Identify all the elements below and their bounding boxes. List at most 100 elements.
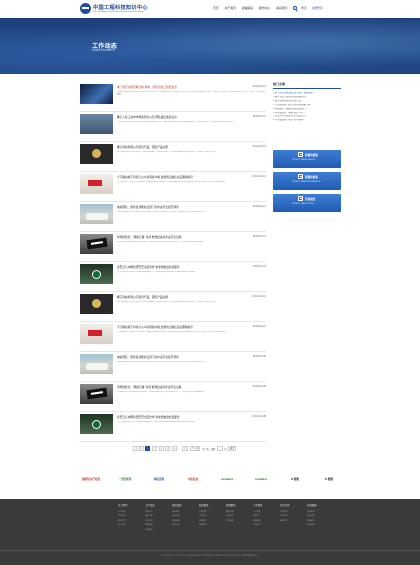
novelty-search-agency-button[interactable]: 新颖性检索 NOVELTY SEARCH AGENCY <box>273 150 341 168</box>
news-row[interactable]: 星巴克与中国阿里巴巴全面合作 新零售推出外送服务 2019-01-11 星巴克宣布与… <box>80 262 266 292</box>
news-title[interactable]: 星巴克与中国阿里巴巴全面合作 新零售推出外送服务 <box>117 415 237 419</box>
nav-item-service[interactable]: 服务中心 <box>259 6 270 10</box>
footer-link[interactable]: 行业标准 <box>226 519 249 523</box>
page-button-4[interactable]: 4 <box>165 446 171 451</box>
news-row[interactable]: 电商团队：国家反垄断执法部门对外卖平台展开调查 2019-01-12 国家反垄断执法… <box>80 202 266 232</box>
news-row[interactable]: 电商团队：国家反垄断执法部门对外卖平台展开调查 2019-01-09 国家反垄断执法… <box>80 352 266 382</box>
coin-graphic <box>92 299 101 308</box>
news-title[interactable]: 电商团队：国家反垄断执法部门对外卖平台展开调查 <box>117 205 237 209</box>
partner-logo[interactable]: 科技查新 <box>146 472 172 486</box>
footer-heading[interactable]: 合作伙伴 <box>280 503 303 507</box>
news-title[interactable]: 字节跳动旗下抖音与公众新闻客户端 监测到违规信息后删除账号 <box>117 175 237 179</box>
nav-item-contact[interactable]: 联系我们 <box>276 6 287 10</box>
news-row[interactable]: 椰子科技有限公司首营产品，团队产品注册 2019-01-10 椰子科技有限公司发布首… <box>80 292 266 322</box>
news-title[interactable]: 电商团队：国家反垄断执法部门对外卖平台展开调查 <box>117 355 237 359</box>
news-title[interactable]: 椰子科技有限公司首营产品，团队产品注册 <box>117 295 237 299</box>
footer-link[interactable]: 加盟合作 <box>280 519 303 523</box>
starbucks-logo-graphic <box>92 270 101 279</box>
news-summary: 椰子科技有限公司发布首营产品并完成团队产品注册手续，公司表示将继续加大研发投入，… <box>117 301 218 303</box>
news-date: 2019-01-08 <box>252 415 266 418</box>
news-title[interactable]: 椰子入驻上海市市场监管局公告 团队委员会及信息 <box>117 115 237 119</box>
footer-link[interactable]: 常见问题 <box>172 523 195 527</box>
news-thumbnail[interactable] <box>80 384 113 404</box>
news-row[interactable]: 椰子科技有限公司首营产品，团队产品注册 2019-01-13 椰子科技有限公司发布首… <box>80 142 266 172</box>
footer-link[interactable]: 交流合作 <box>253 523 276 527</box>
news-summary: 国家反垄断执法部门宣布对外卖平台展开调查，重点关注平台与商户之间的合作条款及相关… <box>117 361 208 363</box>
register-link[interactable]: 注册登录 <box>312 6 323 10</box>
news-summary: 市场监管局开展网络订餐专项检查，检测出多家外卖平台存在违规行为，已责令相关企业限… <box>117 391 206 393</box>
news-title[interactable]: 椰子科技有限公司首营产品，团队产品注册 <box>117 145 237 149</box>
logo-title: 中国工程科技知识中心 <box>93 4 148 11</box>
news-title[interactable]: 市场监管局：'网络订餐' 专项 检测出多家外卖平台违规 <box>117 235 237 239</box>
footer-link[interactable]: 专题活动 <box>145 528 168 532</box>
news-thumbnail[interactable] <box>80 264 113 284</box>
footer-heading[interactable]: 知识服务 <box>199 503 222 507</box>
prev-page-button[interactable]: 上一页 <box>133 446 144 451</box>
logo-subtitle: China Knowledge Centre for Engineering S… <box>93 11 144 14</box>
main-nav: 首页 关于我们 政策解读 服务中心 联系我们 检索 注册登录 <box>213 6 328 10</box>
news-thumbnail[interactable] <box>80 294 113 314</box>
next-page-button[interactable]: 下一页 <box>189 446 201 451</box>
news-thumbnail[interactable] <box>80 174 113 194</box>
partner-logo[interactable]: AmpMaxx <box>214 472 240 486</box>
news-row[interactable]: 字节跳动旗下抖音与公众新闻客户端 监测到违规信息后删除账号 2019-01-13 字… <box>80 172 266 202</box>
news-date: 2019-01-10 <box>252 295 266 298</box>
news-thumbnail[interactable] <box>80 204 113 224</box>
news-row[interactable]: 椰子入驻上海市市场监管局公告 团队委员会及信息 2019-01-14 上海市市场监督… <box>80 112 266 142</box>
search-link[interactable]: 检索 <box>301 6 306 10</box>
button-sublabel: NOVELTY SEARCH KNOWLEDGE <box>292 180 321 183</box>
page-button-last[interactable]: 17 <box>181 446 189 451</box>
novelty-search-case-button[interactable]: 查新报告 NOVELTY SEARCH CASE <box>273 194 341 212</box>
footer-heading[interactable]: 政策解读 <box>226 503 249 507</box>
partner-logo[interactable]: D 智慧 <box>316 472 342 486</box>
nav-item-about[interactable]: 关于我们 <box>225 6 236 10</box>
news-thumbnail[interactable] <box>80 84 113 104</box>
news-row[interactable]: 星巴克与中国阿里巴巴全面合作 新零售推出外送服务 2019-01-08 星巴克宣布与… <box>80 412 266 442</box>
nav-item-policy[interactable]: 政策解读 <box>242 6 253 10</box>
footer-link[interactable]: 数据服务 <box>199 523 222 527</box>
news-row[interactable]: 市场监管局：'网络订餐' 专项 检测出多家外卖平台违规 2019-01-12 市场监… <box>80 232 266 262</box>
news-thumbnail[interactable] <box>80 114 113 134</box>
news-row[interactable]: 市场监管局：'网络订餐' 专项 检测出多家外卖平台违规 2019-01-09 市场监… <box>80 382 266 412</box>
partner-logo[interactable]: 国家知识产权局 <box>78 472 104 486</box>
partner-logo[interactable]: 一流查新所 <box>112 472 138 486</box>
news-title[interactable]: 市场监管局：'网络订餐' 专项 检测出多家外卖平台违规 <box>117 385 237 389</box>
news-title[interactable]: 唯一的芯片服务联合体 揭牌：国家创新工程稳运营 <box>117 85 237 89</box>
news-thumbnail[interactable] <box>80 354 113 374</box>
page-button-3[interactable]: 3 <box>158 446 164 451</box>
nav-item-home[interactable]: 首页 <box>213 6 219 10</box>
sidebar-link[interactable]: 8 字节跳动旗下抖音与公众新闻... <box>273 119 341 123</box>
news-thumbnail[interactable] <box>80 324 113 344</box>
search-icon[interactable] <box>293 6 298 10</box>
news-row[interactable]: 字节跳动旗下抖音与公众新闻客户端 监测到违规信息后删除账号 2019-01-10 字… <box>80 322 266 352</box>
novelty-search-knowledge-button[interactable]: 新颖性检索 NOVELTY SEARCH KNOWLEDGE <box>273 172 341 190</box>
partner-logo[interactable]: AmpMaxx <box>248 472 274 486</box>
footer-heading[interactable]: 在线客服 <box>307 503 330 507</box>
footer-column: 关于我们 中心简介 组织机构 联系方式 加入我们 <box>118 503 141 532</box>
starbucks-logo-graphic <box>92 420 101 429</box>
partner-logo[interactable]: 中信征信 <box>180 472 206 486</box>
pagination-ellipsis: ... <box>178 447 181 450</box>
footer-heading[interactable]: 科技查新 <box>172 503 195 507</box>
news-thumbnail[interactable] <box>80 144 113 164</box>
site-logo[interactable]: 中国工程科技知识中心 China Knowledge Centre for En… <box>80 3 148 14</box>
footer-column: 合作伙伴 合作机构 合作项目 加盟合作 <box>280 503 303 532</box>
footer-heading[interactable]: 人才服务 <box>253 503 276 507</box>
news-title[interactable]: 星巴克与中国阿里巴巴全面合作 新零售推出外送服务 <box>117 265 237 269</box>
footer-heading[interactable]: 关于我们 <box>118 503 141 507</box>
footer-link[interactable]: 网站地图 <box>307 523 330 527</box>
partner-logos: 国家知识产权局 一流查新所 科技查新 中信征信 AmpMaxx AmpMaxx D 智慧 D … <box>78 468 342 490</box>
page-go-button[interactable]: 确定 <box>228 446 237 451</box>
page-button-5[interactable]: 5 <box>171 446 178 451</box>
footer-heading[interactable]: 工作动态 <box>145 503 168 507</box>
news-thumbnail[interactable] <box>80 414 113 434</box>
page-jump-input[interactable] <box>216 446 223 451</box>
news-title[interactable]: 字节跳动旗下抖音与公众新闻客户端 监测到违规信息后删除账号 <box>117 325 237 329</box>
news-row[interactable]: 唯一的芯片服务联合体 揭牌：国家创新工程稳运营 2019-01-14 中国芯片服务联… <box>80 82 266 112</box>
page-button-1[interactable]: 1 <box>145 446 151 451</box>
news-thumbnail[interactable] <box>80 234 113 254</box>
page-button-2[interactable]: 2 <box>151 446 157 451</box>
partner-logo[interactable]: D 智慧 <box>282 472 308 486</box>
footer-link[interactable]: 加入我们 <box>118 523 141 527</box>
news-summary: 椰子科技有限公司发布首营产品并完成团队产品注册手续，公司表示将继续加大研发投入，… <box>117 151 218 153</box>
